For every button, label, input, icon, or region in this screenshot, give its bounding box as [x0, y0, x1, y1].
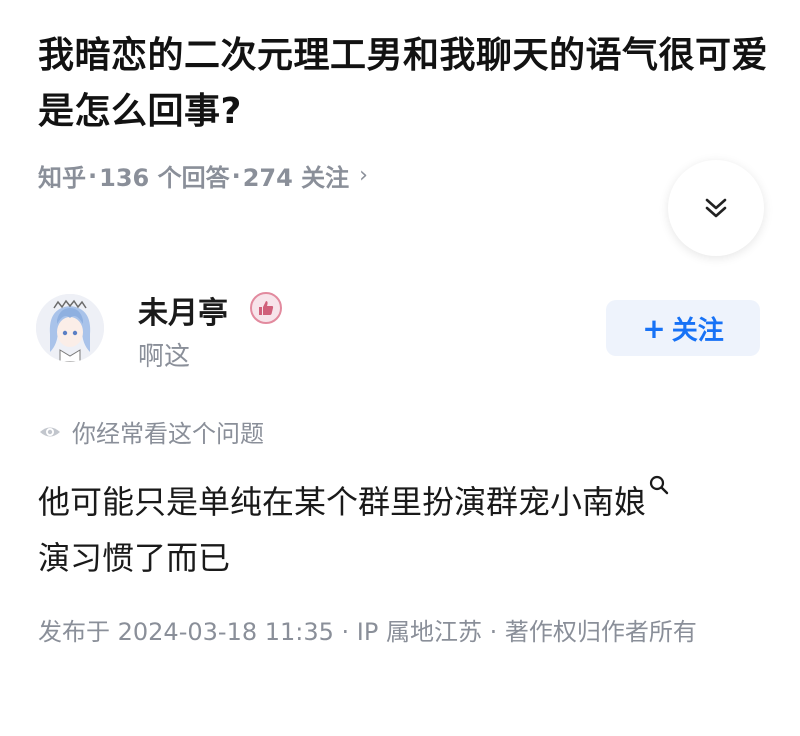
answer-text-line: 他可能只是单纯在某个群里扮演群宠小南娘 [38, 483, 647, 521]
answer-count: 136 个回答 [99, 164, 230, 192]
chevron-right-icon: › [359, 163, 368, 188]
thumbs-up-badge-icon [250, 292, 282, 324]
source-label: 知乎 [38, 164, 86, 192]
question-meta[interactable]: 知乎 · 136 个回答 · 274 关注 › [38, 158, 368, 193]
follow-button-label: 关注 [671, 315, 724, 346]
publish-info: 发布于 2024-03-18 11:35 · IP 属地江苏 · 著作权归作者所… [38, 618, 697, 646]
search-icon[interactable] [648, 474, 670, 496]
expand-button[interactable] [668, 160, 764, 256]
author-bio: 啊这 [138, 342, 191, 372]
meta-separator: · [88, 161, 98, 190]
chevron-double-down-icon [705, 198, 727, 218]
follower-count: 274 关注 [242, 164, 350, 192]
eye-icon [40, 427, 60, 436]
anime-avatar-icon [36, 294, 104, 362]
hint-text: 你经常看这个问题 [72, 420, 264, 448]
answer-content: 他可能只是单纯在某个群里扮演群宠小南娘 演习惯了而已 [38, 474, 778, 586]
answer-text-line: 演习惯了而已 [38, 539, 231, 577]
meta-separator: · [231, 161, 241, 190]
plus-icon: + [642, 311, 666, 345]
thumbs-up-icon [259, 301, 274, 315]
author-name[interactable]: 未月亭 [138, 288, 228, 332]
avatar[interactable] [36, 294, 104, 362]
follow-button[interactable]: + 关注 [606, 300, 760, 356]
question-title: 我暗恋的二次元理工男和我聊天的语气很可爱是怎么回事? [38, 35, 769, 132]
frequently-viewed-hint: 你经常看这个问题 [38, 414, 264, 449]
